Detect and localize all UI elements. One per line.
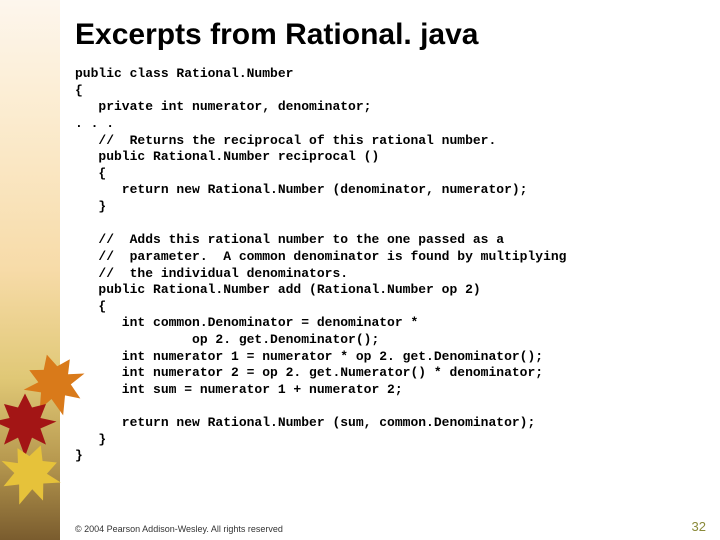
code-block: public class Rational.Number { private i… [75,66,700,465]
copyright-text: © 2004 Pearson Addison-Wesley. All right… [75,524,283,534]
slide-content: Excerpts from Rational. java public clas… [75,18,700,465]
slide-title: Excerpts from Rational. java [75,18,700,52]
page-number: 32 [692,519,706,534]
